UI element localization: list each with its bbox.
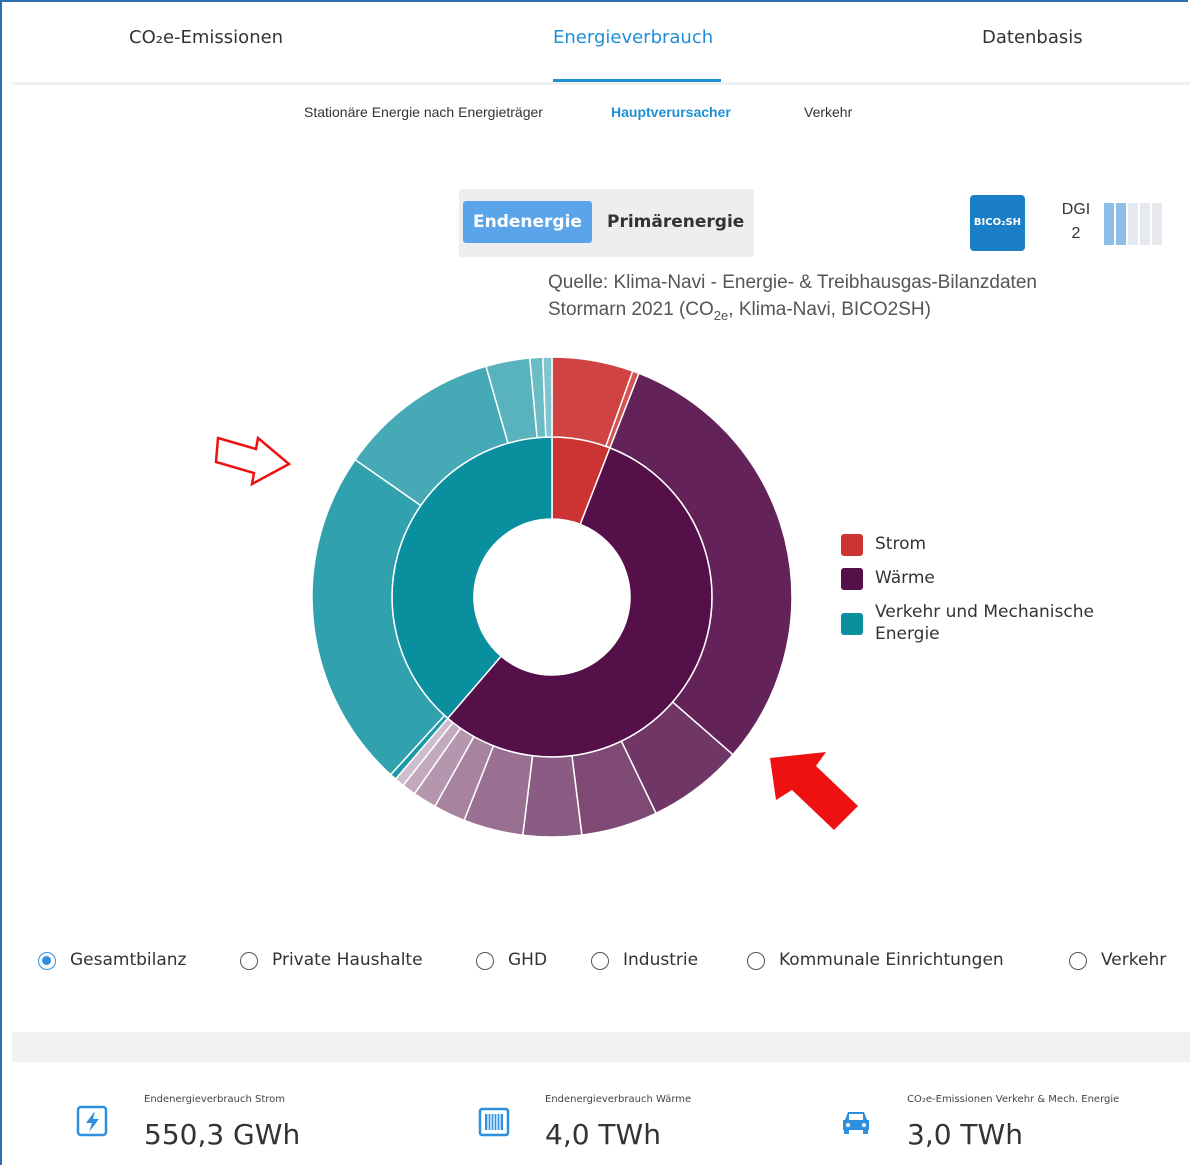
- legend-label-strom: Strom: [875, 534, 927, 554]
- kpi-waerme-value: 4,0 TWh: [545, 1118, 661, 1151]
- legend-swatch-verkehr: [841, 613, 863, 635]
- legend-label-waerme: Wärme: [875, 568, 935, 588]
- radio-dot: [38, 952, 56, 970]
- radio-dot: [747, 952, 765, 970]
- radio-label: Kommunale Einrichtungen: [779, 950, 1004, 970]
- radio-dot: [1069, 952, 1087, 970]
- radio-label: Private Haushalte: [272, 950, 423, 970]
- radio-label: Industrie: [623, 950, 699, 970]
- legend-swatch-waerme: [841, 568, 863, 590]
- radio-label: GHD: [508, 950, 548, 970]
- legend-label-verkehr: Verkehr und Mechanische Energie: [875, 602, 1094, 644]
- hollow-arrow-icon: [214, 435, 292, 487]
- legend-swatch-strom: [841, 534, 863, 556]
- radio-dot: [591, 952, 609, 970]
- solid-arrow-icon: [770, 752, 858, 830]
- kpi-strom-caption: Endenergieverbrauch Strom: [144, 1094, 286, 1105]
- kpi-verkehr-caption: CO₂e-Emissionen Verkehr & Mech. Energie: [907, 1094, 1120, 1105]
- car-icon: [843, 1112, 869, 1134]
- chart-center-hole: [474, 519, 630, 675]
- kpi-strom-value: 550,3 GWh: [144, 1118, 301, 1151]
- kpi-waerme-caption: Endenergieverbrauch Wärme: [545, 1094, 692, 1105]
- lightning-icon: [76, 1105, 108, 1137]
- kpi-verkehr-value: 3,0 TWh: [907, 1118, 1023, 1151]
- radio-dot: [476, 952, 494, 970]
- radio-dot: [240, 952, 258, 970]
- radiator-icon: [478, 1107, 510, 1137]
- section-divider: [12, 1032, 1190, 1062]
- radio-label: Verkehr: [1101, 950, 1167, 970]
- radio-label: Gesamtbilanz: [70, 950, 187, 970]
